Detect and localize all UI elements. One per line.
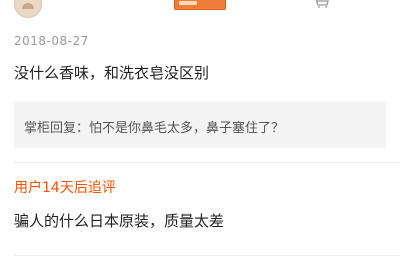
seller-reply-box: 掌柜回复：怕不是你鼻毛太多，鼻子塞住了？ bbox=[14, 102, 386, 148]
followup-title: 用户14天后追评 bbox=[14, 180, 116, 196]
seller-reply-text: 掌柜回复：怕不是你鼻毛太多，鼻子塞住了？ bbox=[24, 121, 285, 136]
cart-icon[interactable] bbox=[312, 0, 330, 8]
store-badge-icon bbox=[174, 0, 226, 10]
review-text: 没什么香味，和洗衣皂没区别 bbox=[14, 64, 210, 82]
followup-text: 骗人的什么日本原装，质量太差 bbox=[14, 212, 225, 230]
section-divider bbox=[14, 162, 400, 163]
review-date: 2018-08-27 bbox=[14, 34, 89, 48]
bottom-divider bbox=[14, 255, 400, 256]
user-avatar[interactable] bbox=[14, 0, 42, 18]
top-bar bbox=[0, 0, 400, 22]
